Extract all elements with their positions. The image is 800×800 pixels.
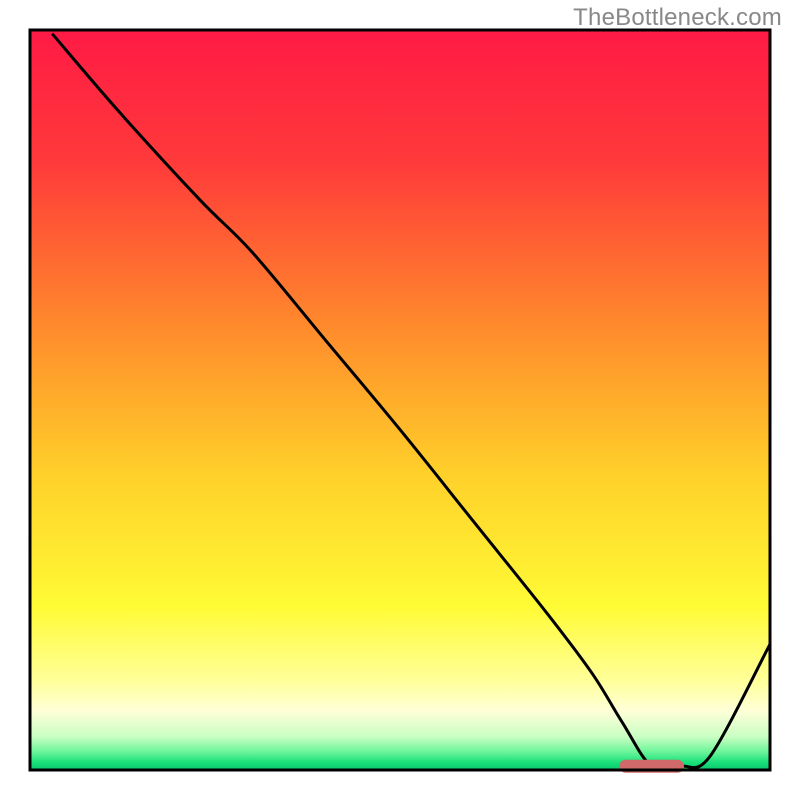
bottleneck-chart xyxy=(0,0,800,800)
chart-container: TheBottleneck.com xyxy=(0,0,800,800)
gradient-background xyxy=(30,30,770,770)
watermark-label: TheBottleneck.com xyxy=(573,4,782,32)
